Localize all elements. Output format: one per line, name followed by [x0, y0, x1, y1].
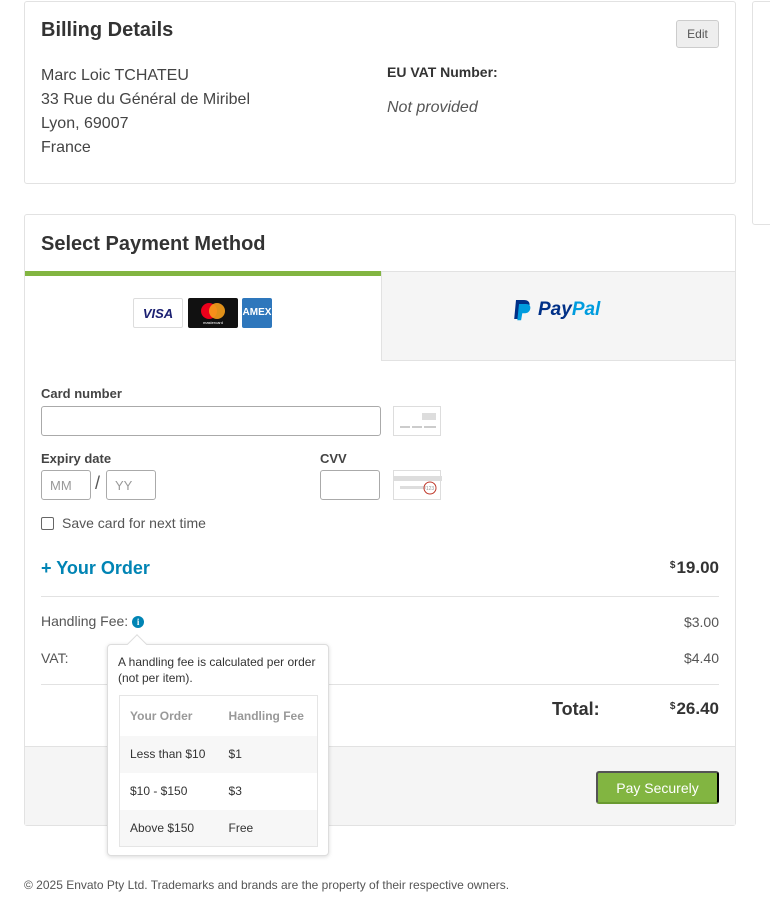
total-label: Total:: [552, 699, 600, 719]
handling-fee-tooltip: A handling fee is calculated per order (…: [107, 634, 329, 856]
paypal-text-pal: Pal: [571, 299, 601, 320]
amex-logo: AMEX: [242, 298, 272, 328]
billing-details-card: Billing Details Edit Marc Loic TCHATEU 3…: [24, 1, 736, 184]
expiry-date-label: Expiry date: [41, 451, 112, 466]
table-row: $10 - $150 $3: [120, 773, 318, 810]
total-amount-value: 26.40: [676, 699, 719, 718]
table-row: Less than $10 $1: [119, 735, 318, 773]
mastercard-logo: mastercard: [188, 298, 238, 328]
vat-label: VAT:: [41, 650, 69, 666]
paypal-text-pay: Pay: [538, 299, 572, 320]
table-header: Handling Fee: [228, 708, 304, 723]
total-amount: $26.40: [670, 699, 719, 719]
card-number-input[interactable]: [41, 406, 381, 436]
card-number-label: Card number: [41, 386, 122, 401]
paypal-logo: PayPal: [512, 298, 600, 322]
table-cell: Less than $10: [119, 735, 219, 773]
divider: [41, 596, 719, 597]
billing-title: Billing Details: [41, 19, 174, 41]
info-icon[interactable]: i: [132, 616, 145, 628]
table-cell: Above $150: [119, 809, 219, 847]
side-panel: [752, 1, 770, 225]
address-country: France: [41, 139, 91, 156]
eu-vat-label: EU VAT Number:: [387, 64, 498, 80]
handling-fee-row: Handling Fee: i: [41, 613, 145, 629]
cvv-input[interactable]: [320, 470, 380, 500]
payment-title: Select Payment Method: [41, 233, 266, 255]
order-amount-value: 19.00: [676, 558, 719, 577]
table-cell: $3: [228, 784, 242, 798]
svg-text:123: 123: [426, 486, 435, 492]
expiry-year-input[interactable]: YY: [106, 470, 156, 500]
expiry-separator: /: [95, 473, 101, 493]
save-card-checkbox[interactable]: [41, 517, 54, 530]
table-cell: Free: [218, 809, 318, 847]
expiry-month-input[interactable]: MM: [41, 470, 91, 500]
address-city: Lyon, 69007: [41, 115, 129, 132]
amex-wordmark: AMEX: [242, 307, 272, 318]
handling-fee-label: Handling Fee:: [41, 613, 129, 629]
table-cell: $10 - $150: [130, 784, 188, 798]
handling-fee-table: Your Order Handling Fee Less than $10 $1…: [119, 695, 318, 847]
save-card-label[interactable]: Save card for next time: [62, 515, 206, 531]
order-subtotal: $19.00: [670, 558, 719, 578]
cvv-label: CVV: [320, 451, 347, 466]
table-header: Your Order: [130, 708, 193, 723]
table-header-row: Your Order Handling Fee: [120, 696, 318, 736]
address-street: 33 Rue du Général de Miribel: [41, 91, 251, 108]
card-back-icon: 123: [393, 470, 442, 500]
pay-securely-button[interactable]: Pay Securely: [596, 771, 719, 804]
handling-fee-value: $3.00: [683, 614, 719, 630]
your-order-toggle[interactable]: + Your Order: [41, 558, 150, 579]
card-front-icon: [393, 406, 441, 436]
table-cell: $1: [218, 735, 318, 773]
tab-credit-card[interactable]: VISA mastercard AMEX: [25, 271, 381, 361]
table-row: Above $150 Free: [119, 809, 318, 847]
payment-tabs: VISA mastercard AMEX PayPal: [25, 271, 735, 361]
paypal-icon: [514, 300, 531, 321]
eu-vat-value: Not provided: [387, 99, 478, 116]
copyright-text: © 2025 Envato Pty Ltd. Trademarks and br…: [24, 878, 510, 892]
total-currency: $: [669, 701, 676, 712]
visa-logo: VISA: [133, 298, 183, 328]
address-name: Marc Loic TCHATEU: [41, 67, 189, 84]
mastercard-wordmark: mastercard: [203, 320, 223, 325]
billing-address: Marc Loic TCHATEU 33 Rue du Général de M…: [41, 64, 250, 160]
vat-value: $4.40: [683, 650, 719, 666]
order-currency: $: [669, 560, 676, 571]
tooltip-text: A handling fee is calculated per order (…: [118, 655, 316, 685]
tab-paypal[interactable]: PayPal: [381, 271, 735, 361]
edit-billing-button[interactable]: Edit: [676, 20, 719, 48]
